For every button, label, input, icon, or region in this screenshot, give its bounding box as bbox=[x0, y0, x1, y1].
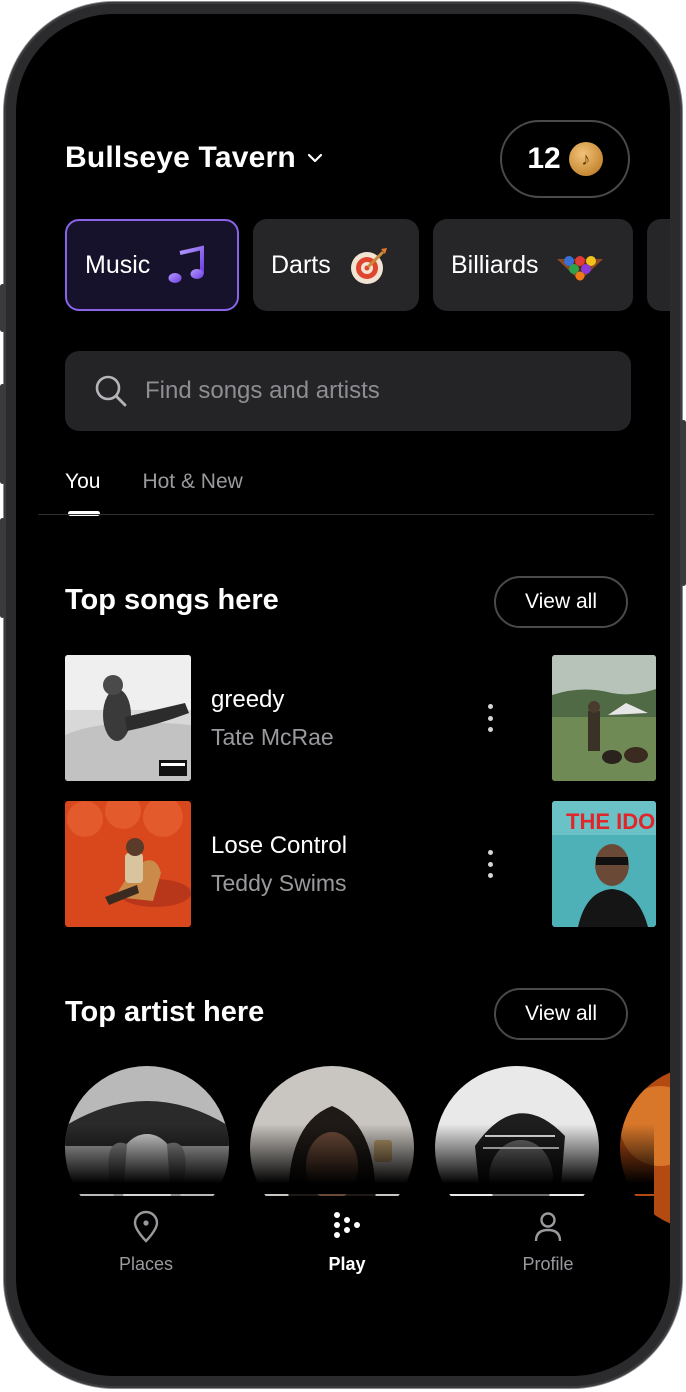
side-button bbox=[0, 284, 5, 332]
side-button bbox=[681, 420, 686, 586]
nav-label: Places bbox=[118, 1254, 174, 1274]
side-button bbox=[0, 384, 5, 484]
music-note-icon bbox=[166, 243, 210, 287]
dots-grid-icon bbox=[334, 1212, 360, 1238]
top-artists-title: Top artist here bbox=[65, 996, 265, 1028]
category-chips: Music Darts Billiards bbox=[65, 219, 670, 311]
dartboard-icon bbox=[347, 243, 391, 287]
credits-count: 12 bbox=[527, 142, 561, 175]
nav-profile[interactable]: Profile bbox=[478, 1210, 618, 1275]
chip-music[interactable]: Music bbox=[65, 219, 239, 311]
song-artist: Tate McRae bbox=[211, 723, 334, 750]
chip-darts[interactable]: Darts bbox=[253, 219, 419, 311]
nav-label: Play bbox=[328, 1254, 366, 1274]
tab-you[interactable]: You bbox=[65, 470, 100, 494]
app-screen: Bullseye Tavern 12 ♪ Music Darts Billiar… bbox=[16, 14, 670, 1376]
nav-places[interactable]: Places bbox=[76, 1210, 216, 1275]
chip-more[interactable] bbox=[647, 219, 670, 311]
nav-play[interactable]: Play bbox=[277, 1210, 417, 1275]
song-artist: Teddy Swims bbox=[211, 869, 347, 896]
album-cover bbox=[65, 801, 191, 927]
search-bar[interactable] bbox=[65, 351, 631, 431]
search-icon bbox=[95, 375, 127, 407]
search-input[interactable] bbox=[145, 377, 585, 405]
more-options-icon[interactable] bbox=[478, 698, 502, 738]
credits-button[interactable]: 12 ♪ bbox=[500, 120, 630, 198]
coin-icon: ♪ bbox=[568, 142, 603, 176]
venue-name: Bullseye Tavern bbox=[65, 141, 296, 174]
tab-bar: You Hot & New bbox=[65, 470, 243, 494]
divider bbox=[38, 514, 654, 515]
venue-selector[interactable]: Bullseye Tavern bbox=[65, 141, 324, 175]
album-cover-peek[interactable]: THE IDO bbox=[552, 801, 656, 927]
top-songs-title: Top songs here bbox=[65, 584, 279, 616]
song-row[interactable]: greedy Tate McRae bbox=[65, 655, 501, 781]
album-cover-peek[interactable] bbox=[552, 655, 656, 781]
song-row[interactable]: Lose Control Teddy Swims bbox=[65, 801, 501, 927]
bottom-nav: Places Play Profile bbox=[38, 1196, 654, 1296]
content-fade bbox=[38, 1124, 654, 1194]
chip-billiards[interactable]: Billiards bbox=[433, 219, 633, 311]
billiards-icon bbox=[555, 243, 605, 287]
chip-label: Darts bbox=[271, 250, 331, 279]
nav-label: Profile bbox=[522, 1254, 574, 1274]
top-songs-view-all-button[interactable]: View all bbox=[494, 576, 628, 628]
peek-cover-text: THE IDO bbox=[566, 809, 655, 834]
album-cover bbox=[65, 655, 191, 781]
song-title: greedy bbox=[211, 685, 285, 713]
chip-label: Billiards bbox=[451, 250, 539, 279]
phone-frame: Bullseye Tavern 12 ♪ Music Darts Billiar… bbox=[4, 2, 682, 1388]
top-artists-view-all-button[interactable]: View all bbox=[494, 988, 628, 1040]
person-icon bbox=[534, 1212, 562, 1242]
song-title: Lose Control bbox=[211, 831, 348, 859]
tab-hot-new[interactable]: Hot & New bbox=[142, 470, 242, 494]
side-button bbox=[0, 518, 5, 618]
chevron-down-icon bbox=[307, 153, 322, 163]
more-options-icon[interactable] bbox=[478, 844, 502, 884]
location-pin-icon bbox=[133, 1210, 159, 1243]
chip-label: Music bbox=[85, 250, 151, 279]
